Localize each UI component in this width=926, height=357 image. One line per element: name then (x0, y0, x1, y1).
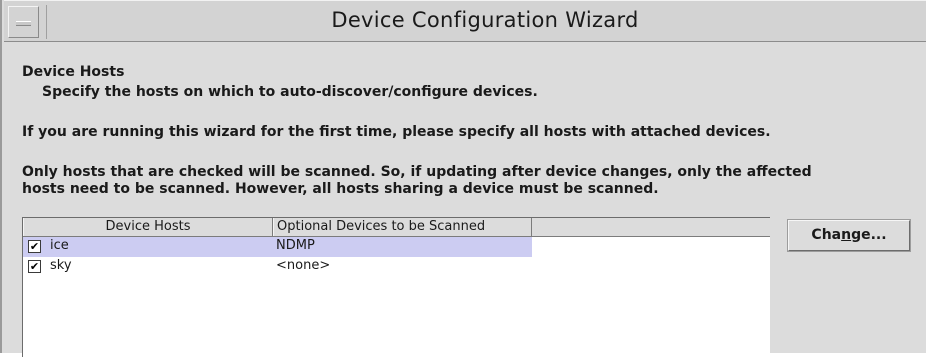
device-hosts-table[interactable]: Device Hosts Optional Devices to be Scan… (22, 217, 770, 357)
column-header-optional-devices[interactable]: Optional Devices to be Scanned (273, 218, 532, 236)
change-label-pre: Cha (811, 227, 842, 243)
optional-devices-cell[interactable]: NDMP (276, 238, 315, 253)
change-label-post: ge... (851, 227, 887, 243)
section-heading: Device Hosts (22, 64, 125, 80)
table-row[interactable]: ✔ ice NDMP (23, 237, 532, 257)
host-checkbox[interactable]: ✔ (28, 240, 41, 253)
table-header: Device Hosts Optional Devices to be Scan… (23, 218, 770, 237)
instruction-first-time: If you are running this wizard for the f… (22, 124, 771, 140)
wizard-window: Device Configuration Wizard Device Hosts… (0, 0, 926, 357)
window-menu-icon[interactable] (8, 6, 39, 38)
title-bar[interactable]: Device Configuration Wizard (4, 0, 926, 42)
change-button[interactable]: Change... (787, 219, 911, 252)
host-checkbox[interactable]: ✔ (28, 260, 41, 273)
host-name-cell[interactable]: ice (50, 238, 69, 253)
menu-bar-glyph (16, 21, 31, 26)
host-name-cell[interactable]: sky (50, 258, 72, 273)
instruction-scan-line1: Only hosts that are checked will be scan… (22, 164, 812, 180)
column-header-device-hosts[interactable]: Device Hosts (23, 218, 273, 236)
instruction-scan-line2: hosts need to be scanned. However, all h… (22, 181, 659, 197)
change-label-mnemonic: n (841, 227, 852, 243)
table-row[interactable]: ✔ sky <none> (23, 257, 532, 277)
window-title: Device Configuration Wizard (331, 8, 639, 32)
section-subheading: Specify the hosts on which to auto-disco… (42, 84, 538, 100)
optional-devices-cell[interactable]: <none> (276, 258, 330, 273)
